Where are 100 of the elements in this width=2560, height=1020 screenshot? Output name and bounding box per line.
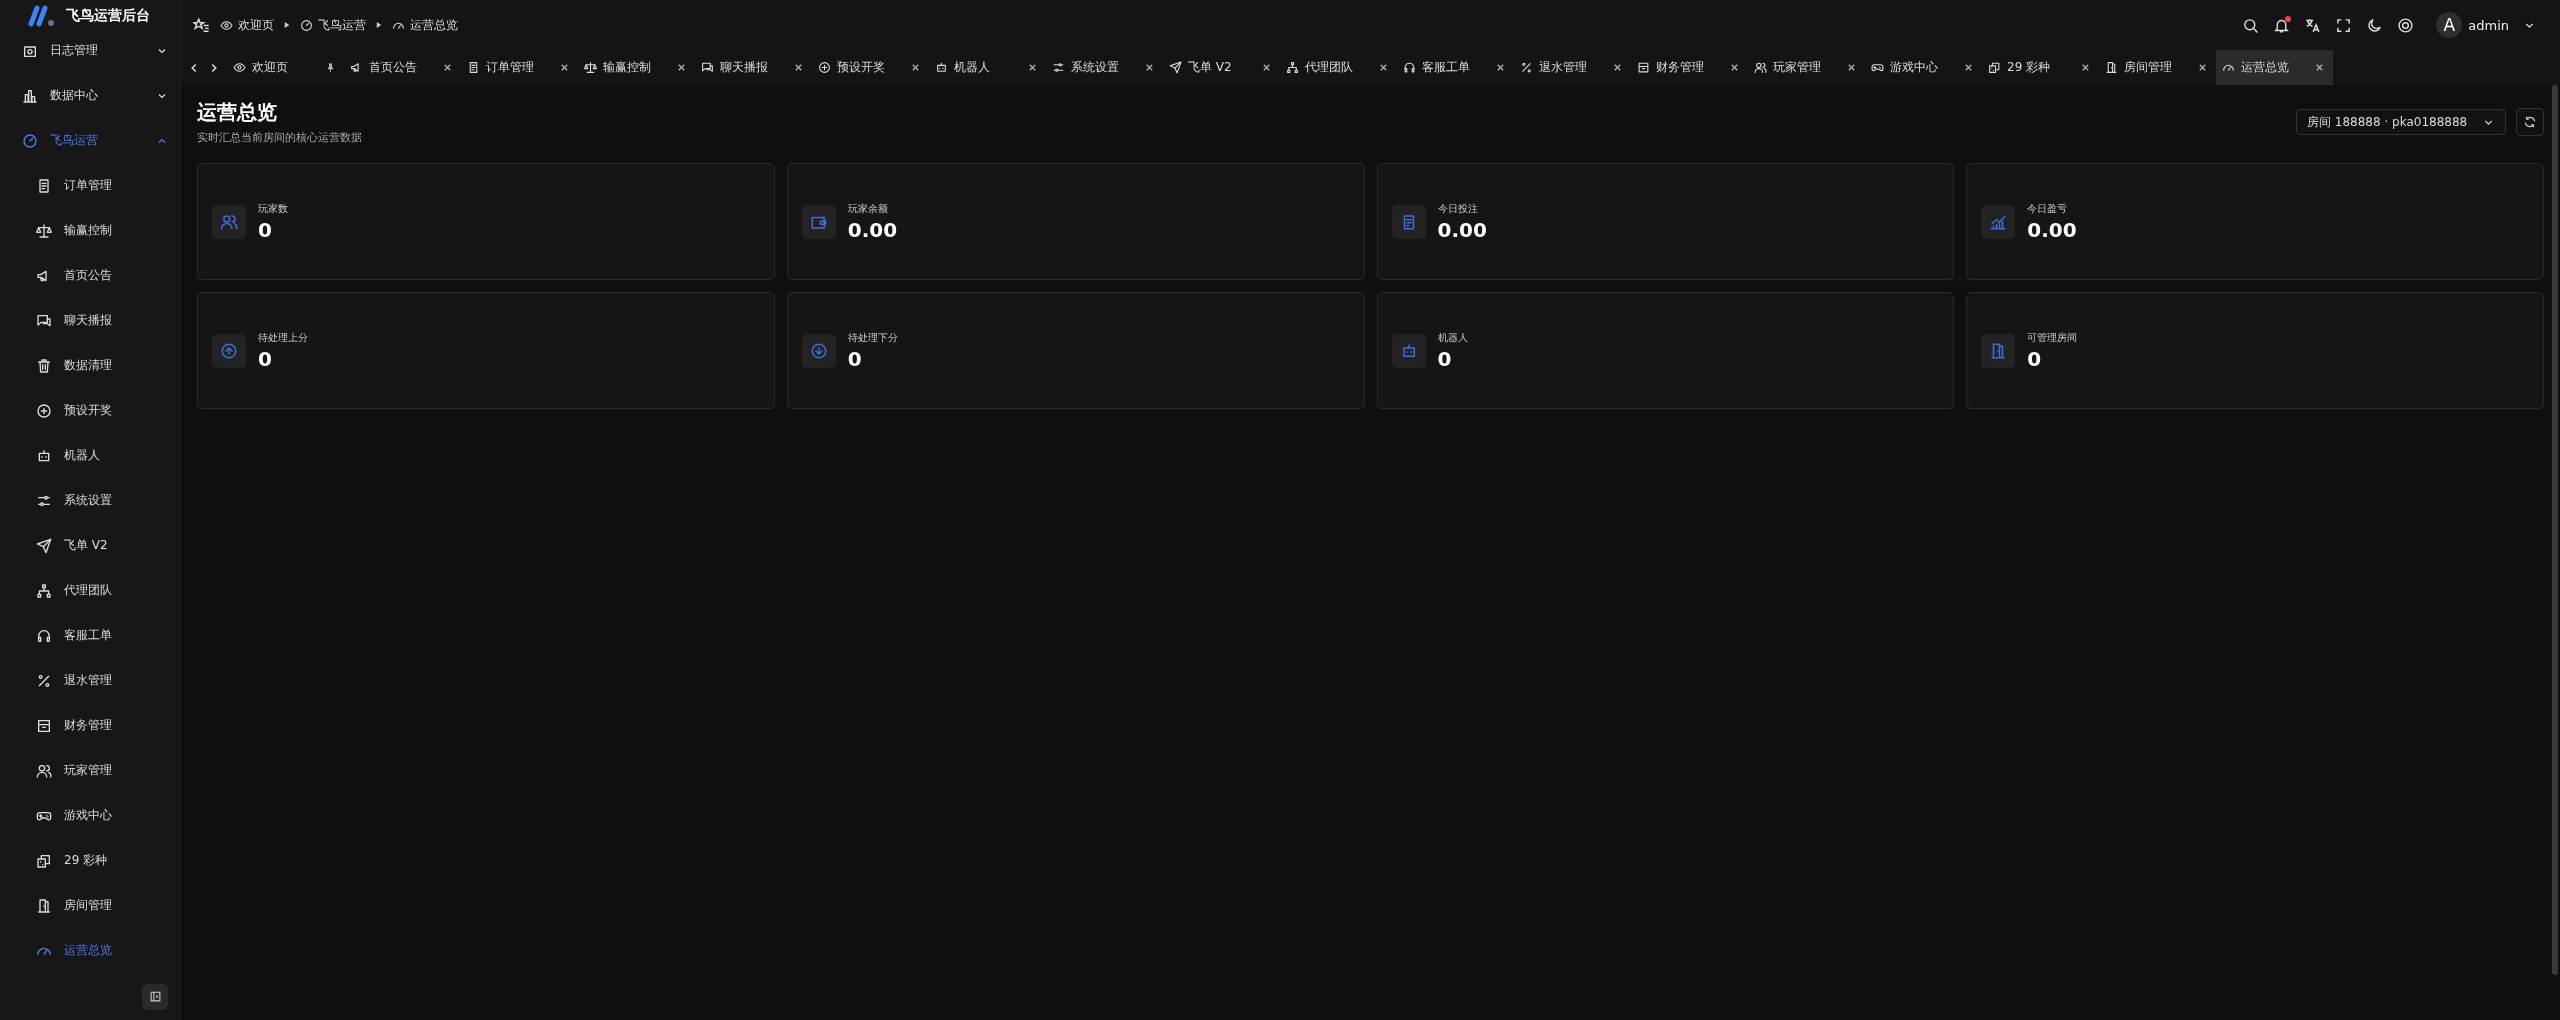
sidebar-item[interactable]: 玩家管理 — [0, 748, 180, 794]
headset-icon — [36, 627, 52, 644]
breadcrumb-item[interactable]: 飞鸟运营 — [300, 16, 366, 34]
door-icon — [36, 897, 52, 914]
close-icon[interactable] — [442, 62, 453, 73]
tab[interactable]: 运营总览 — [2216, 50, 2333, 85]
document-icon — [36, 177, 52, 194]
archive-icon — [1637, 61, 1650, 74]
dice-icon — [1988, 61, 2001, 74]
eye-icon — [220, 18, 233, 32]
close-icon[interactable] — [1144, 62, 1155, 73]
sidebar-item[interactable]: 首页公告 — [0, 253, 180, 299]
percent-icon — [1520, 61, 1533, 74]
pin-icon[interactable] — [325, 62, 336, 73]
refresh-button[interactable] — [2516, 108, 2544, 136]
sidebar-item[interactable]: 系统设置 — [0, 478, 180, 524]
tab[interactable]: 系统设置 — [1046, 50, 1163, 85]
sidebar-item[interactable]: 预设开奖 — [0, 388, 180, 434]
tab[interactable]: 订单管理 — [461, 50, 578, 85]
arrow-down-circle-icon — [809, 341, 828, 360]
stat-value: 0.00 — [1437, 217, 1487, 242]
users-icon — [36, 762, 52, 779]
plus-circle-icon — [818, 61, 831, 74]
sidebar-item[interactable]: 29 彩种 — [0, 838, 180, 884]
tab[interactable]: 机器人 — [929, 50, 1046, 85]
close-icon[interactable] — [1846, 62, 1857, 73]
dial-icon — [300, 18, 313, 32]
close-icon[interactable] — [1729, 62, 1740, 73]
tab[interactable]: 玩家管理 — [1748, 50, 1865, 85]
tab[interactable]: 欢迎页 — [227, 50, 344, 85]
sidebar-item[interactable]: 退水管理 — [0, 658, 180, 704]
close-icon[interactable] — [2314, 62, 2325, 73]
tab[interactable]: 预设开奖 — [812, 50, 929, 85]
tab[interactable]: 飞单 V2 — [1163, 50, 1280, 85]
tab[interactable]: 游戏中心 — [1865, 50, 1982, 85]
sidebar-item[interactable]: 订单管理 — [0, 163, 180, 209]
sidebar-item[interactable]: 聊天播报 — [0, 298, 180, 344]
gamepad-icon — [1871, 61, 1884, 74]
close-icon[interactable] — [2080, 62, 2091, 73]
close-icon[interactable] — [2197, 62, 2208, 73]
collapse-sidebar-button[interactable] — [142, 983, 168, 1010]
percent-icon — [36, 672, 52, 689]
sidebar-item[interactable]: 飞单 V2 — [0, 523, 180, 569]
breadcrumb-item[interactable]: 运营总览 — [392, 16, 458, 34]
sidebar-item[interactable]: 运营总览 — [0, 928, 180, 974]
sidebar-item[interactable]: 客服工单 — [0, 613, 180, 659]
tab[interactable]: 客服工单 — [1397, 50, 1514, 85]
fullscreen-icon[interactable] — [2335, 16, 2353, 34]
close-icon[interactable] — [1495, 62, 1506, 73]
tab[interactable]: 聊天播报 — [695, 50, 812, 85]
sidebar-item[interactable]: 数据中心 — [0, 73, 180, 119]
document-icon — [467, 61, 480, 74]
close-icon[interactable] — [559, 62, 570, 73]
bell-icon[interactable] — [2273, 16, 2291, 34]
sidebar-item[interactable]: 代理团队 — [0, 568, 180, 614]
stat-value: 0 — [847, 346, 863, 371]
robot-icon — [36, 447, 52, 464]
settings-icon[interactable] — [2397, 16, 2415, 34]
tab[interactable]: 29 彩种 — [1982, 50, 2099, 85]
close-icon[interactable] — [1378, 62, 1389, 73]
users-icon — [220, 212, 238, 231]
moon-icon[interactable] — [2366, 16, 2384, 34]
close-icon[interactable] — [1963, 62, 1974, 73]
avatar[interactable]: A — [2436, 12, 2463, 38]
stat-value: 0.00 — [2027, 217, 2077, 242]
sidebar-item[interactable]: 数据清理 — [0, 343, 180, 389]
stat-label: 机器人 — [1437, 330, 1468, 345]
star-list-icon[interactable] — [193, 16, 210, 34]
tab[interactable]: 房间管理 — [2099, 50, 2216, 85]
close-icon[interactable] — [793, 62, 804, 73]
sidebar-item[interactable]: 财务管理 — [0, 703, 180, 749]
close-icon[interactable] — [910, 62, 921, 73]
sidebar-item[interactable]: 房间管理 — [0, 883, 180, 929]
sidebar-item[interactable]: 游戏中心 — [0, 793, 180, 839]
stat-value: 0 — [2027, 346, 2043, 371]
scale-icon — [584, 61, 597, 74]
caret-icon — [376, 21, 382, 29]
tab[interactable]: 首页公告 — [344, 50, 461, 85]
sidebar-item[interactable]: 机器人 — [0, 433, 180, 479]
user-name[interactable]: admin — [2468, 17, 2509, 33]
sidebar-item[interactable]: 日志管理 — [0, 28, 180, 74]
door-icon — [1989, 341, 2008, 360]
room-select[interactable]: 房间 188888 · pka0188888 — [2296, 109, 2506, 135]
hierarchy-icon — [36, 582, 52, 599]
close-icon[interactable] — [1027, 62, 1038, 73]
hierarchy-icon — [1286, 61, 1299, 74]
sidebar-item[interactable]: 飞鸟运营 — [0, 118, 180, 164]
scrollbar-thumb[interactable] — [2552, 85, 2558, 975]
close-icon[interactable] — [1612, 62, 1623, 73]
headset-icon — [1403, 61, 1416, 74]
stat-label: 可管理房间 — [2027, 330, 2078, 345]
translate-icon[interactable] — [2304, 16, 2322, 34]
tab[interactable]: 输赢控制 — [578, 50, 695, 85]
tab[interactable]: 代理团队 — [1280, 50, 1397, 85]
close-icon[interactable] — [1261, 62, 1272, 73]
tab[interactable]: 退水管理 — [1514, 50, 1631, 85]
tab[interactable]: 财务管理 — [1631, 50, 1748, 85]
breadcrumb-item[interactable]: 欢迎页 — [220, 16, 274, 34]
sidebar-item[interactable]: 输赢控制 — [0, 208, 180, 254]
close-icon[interactable] — [676, 62, 687, 73]
